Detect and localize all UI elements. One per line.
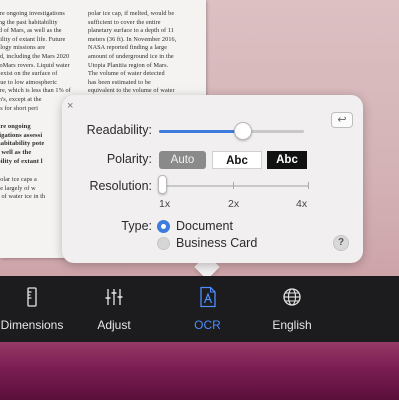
doc-line: soMars rovers. Liquid water — [0, 61, 70, 69]
toolbar-label-adjust: Adjust — [97, 318, 131, 332]
polarity-auto-button[interactable]: Auto — [159, 151, 206, 169]
resolution-slider[interactable] — [159, 185, 309, 187]
toolbar-item-english[interactable]: English — [256, 276, 328, 342]
doc-line: due to low atmospheric — [0, 78, 58, 86]
resolution-tick — [308, 182, 309, 189]
doc-line: are ongoing investigations — [0, 10, 65, 17]
doc-line: ing the past habitability — [0, 18, 58, 26]
type-business-card-radio[interactable] — [157, 237, 170, 250]
doc-line: meters (36 ft). In November 2016, — [88, 35, 177, 43]
sliders-icon — [105, 289, 123, 305]
polarity-dark-on-light-button[interactable]: Abc — [212, 151, 262, 169]
doc-line: ed, including the Mars 2020 — [0, 52, 70, 60]
doc-line: ology missions are — [0, 44, 46, 52]
ocr-document-icon — [199, 286, 216, 308]
readability-slider-knob[interactable] — [234, 122, 253, 140]
doc-line: The volume of water detected — [88, 70, 165, 78]
resolution-tick-4x: 4x — [296, 198, 308, 210]
toolbar-item-ocr[interactable]: OCR — [170, 276, 245, 342]
bottom-toolbar: Dimensions Adjust OCR English — [0, 276, 399, 342]
doc-line: polar ice cap, if melted, would be — [88, 10, 175, 17]
doc-line: ld of Mars, as well as the — [0, 27, 62, 35]
readability-label: Readability: — [86, 123, 152, 137]
doc-line: Utopia Planitia region of Mars. — [88, 61, 169, 69]
readability-slider-fill — [159, 130, 244, 133]
readability-slider[interactable] — [159, 130, 304, 133]
help-button[interactable]: ? — [333, 235, 349, 251]
toolbar-label-ocr: OCR — [194, 318, 221, 332]
type-business-card-label[interactable]: Business Card — [176, 236, 257, 250]
resolution-tick — [233, 182, 234, 189]
doc-line: bility of extant life. Future — [0, 35, 66, 43]
type-label: Type: — [121, 219, 152, 233]
doc-line: amount of underground ice in the — [88, 52, 174, 60]
doc-line: NASA reported finding a large — [88, 44, 168, 52]
doc-line: has been estimated to be — [88, 78, 151, 86]
toolbar-item-adjust[interactable]: Adjust — [78, 276, 150, 342]
revert-button[interactable]: ↩ — [331, 112, 353, 128]
resolution-tick-1x: 1x — [159, 198, 171, 210]
doc-line: sufficient to cover the entire — [88, 18, 161, 26]
resolution-label: Resolution: — [89, 179, 152, 193]
type-document-label[interactable]: Document — [176, 219, 233, 233]
polarity-light-on-dark-button[interactable]: Abc — [267, 151, 307, 169]
doc-line: are, which is less than 1% of — [0, 87, 71, 95]
ocr-options-popover: × ↩ Readability: Polarity: Auto Abc Abc … — [62, 95, 363, 263]
close-icon[interactable]: × — [67, 101, 73, 112]
toolbar-item-dimensions[interactable]: Dimensions — [0, 276, 76, 342]
resolution-tick-2x: 2x — [228, 198, 240, 210]
doc-line: planetary surface to a depth of 11 — [88, 27, 174, 35]
resolution-slider-knob[interactable] — [158, 175, 167, 194]
polarity-label: Polarity: — [106, 152, 152, 166]
ruler-icon — [27, 287, 37, 307]
document-right-column: polar ice cap, if melted, would be suffi… — [88, 10, 203, 96]
globe-icon — [283, 288, 301, 306]
type-document-radio[interactable] — [157, 220, 170, 233]
toolbar-label-english: English — [272, 318, 312, 332]
toolbar-label-dimensions: Dimensions — [0, 318, 64, 332]
doc-line: t exist on the surface of — [0, 70, 58, 78]
